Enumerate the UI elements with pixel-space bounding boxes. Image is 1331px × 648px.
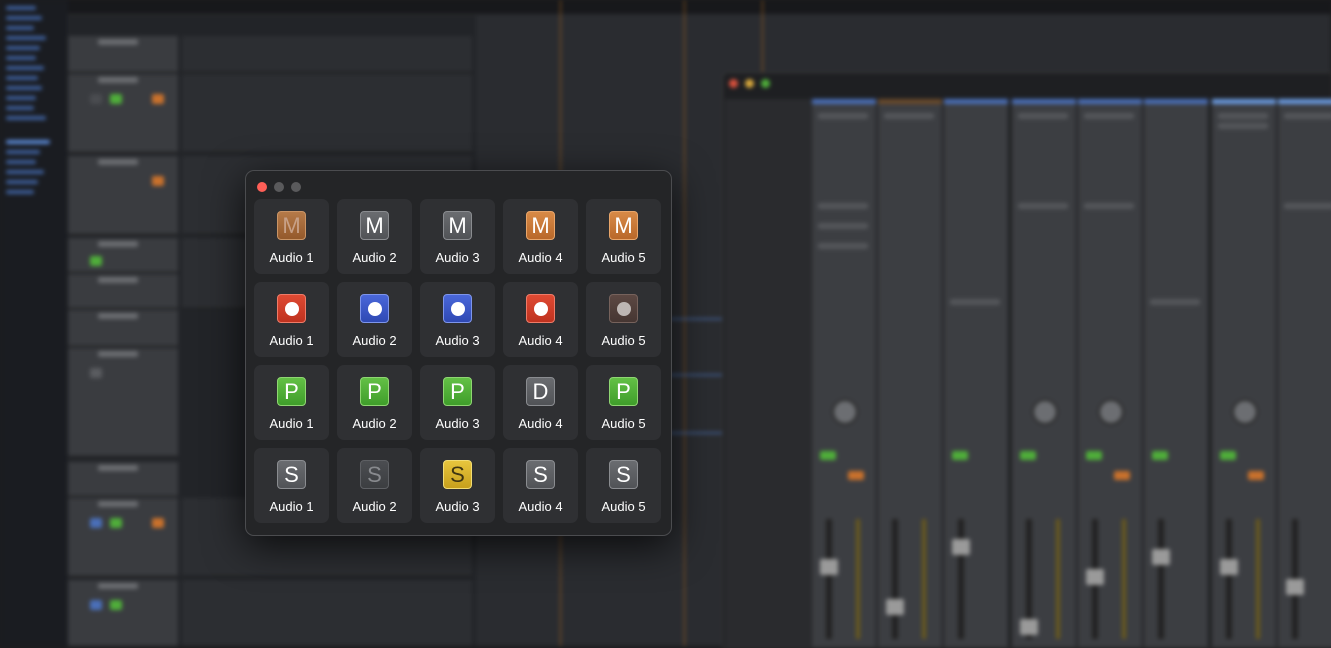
timeline-ruler bbox=[68, 0, 1331, 15]
track-label: Audio 3 bbox=[435, 416, 480, 431]
track-label: Audio 3 bbox=[435, 333, 480, 348]
solo-icon[interactable]: S bbox=[609, 460, 638, 489]
close-button[interactable] bbox=[257, 182, 267, 192]
playback-cell-audio-2[interactable]: P Audio 2 bbox=[337, 365, 412, 440]
track-label: Audio 3 bbox=[435, 499, 480, 514]
playback-icon[interactable]: P bbox=[360, 377, 389, 406]
record-dot bbox=[367, 301, 382, 316]
mute-icon[interactable]: M bbox=[360, 211, 389, 240]
playback-cell-audio-4[interactable]: D Audio 4 bbox=[503, 365, 578, 440]
mute-cell-audio-4[interactable]: M Audio 4 bbox=[503, 199, 578, 274]
playback-icon[interactable]: D bbox=[526, 377, 555, 406]
record-cell-audio-4[interactable]: Audio 4 bbox=[503, 282, 578, 357]
playback-icon[interactable]: P bbox=[609, 377, 638, 406]
solo-cell-audio-1[interactable]: S Audio 1 bbox=[254, 448, 329, 523]
track-label: Audio 1 bbox=[269, 499, 314, 514]
record-enable-icon[interactable] bbox=[443, 294, 472, 323]
record-dot bbox=[616, 301, 631, 316]
solo-icon[interactable]: S bbox=[360, 460, 389, 489]
track-label: Audio 5 bbox=[601, 250, 646, 265]
mute-icon[interactable]: M bbox=[609, 211, 638, 240]
solo-icon[interactable]: S bbox=[277, 460, 306, 489]
playback-cell-audio-3[interactable]: P Audio 3 bbox=[420, 365, 495, 440]
solo-cell-audio-2[interactable]: S Audio 2 bbox=[337, 448, 412, 523]
record-cell-audio-2[interactable]: Audio 2 bbox=[337, 282, 412, 357]
record-enable-icon[interactable] bbox=[609, 294, 638, 323]
record-dot bbox=[284, 301, 299, 316]
track-label: Audio 4 bbox=[518, 416, 563, 431]
record-dot bbox=[450, 301, 465, 316]
playback-icon[interactable]: P bbox=[443, 377, 472, 406]
solo-cell-audio-3[interactable]: S Audio 3 bbox=[420, 448, 495, 523]
track-label: Audio 2 bbox=[352, 250, 397, 265]
mute-cell-audio-5[interactable]: M Audio 5 bbox=[586, 199, 661, 274]
track-label: Audio 4 bbox=[518, 250, 563, 265]
track-label: Audio 1 bbox=[269, 416, 314, 431]
minimize-button[interactable] bbox=[274, 182, 284, 192]
mute-cell-audio-2[interactable]: M Audio 2 bbox=[337, 199, 412, 274]
record-enable-icon[interactable] bbox=[360, 294, 389, 323]
track-label: Audio 4 bbox=[518, 333, 563, 348]
track-label: Audio 2 bbox=[352, 499, 397, 514]
track-label: Audio 2 bbox=[352, 416, 397, 431]
mute-icon[interactable]: M bbox=[443, 211, 472, 240]
record-dot bbox=[533, 301, 548, 316]
track-list-sidebar bbox=[0, 0, 69, 646]
track-label: Audio 1 bbox=[269, 333, 314, 348]
track-control-panel: M Audio 1 M Audio 2 M Audio 3 M Audio 4 … bbox=[245, 170, 672, 536]
solo-icon[interactable]: S bbox=[443, 460, 472, 489]
playback-icon[interactable]: P bbox=[277, 377, 306, 406]
record-cell-audio-5[interactable]: Audio 5 bbox=[586, 282, 661, 357]
record-cell-audio-3[interactable]: Audio 3 bbox=[420, 282, 495, 357]
track-button-grid: M Audio 1 M Audio 2 M Audio 3 M Audio 4 … bbox=[254, 199, 661, 523]
track-label: Audio 2 bbox=[352, 333, 397, 348]
solo-cell-audio-4[interactable]: S Audio 4 bbox=[503, 448, 578, 523]
mute-icon[interactable]: M bbox=[526, 211, 555, 240]
record-cell-audio-1[interactable]: Audio 1 bbox=[254, 282, 329, 357]
record-enable-icon[interactable] bbox=[277, 294, 306, 323]
track-label: Audio 5 bbox=[601, 499, 646, 514]
mute-cell-audio-3[interactable]: M Audio 3 bbox=[420, 199, 495, 274]
playback-cell-audio-5[interactable]: P Audio 5 bbox=[586, 365, 661, 440]
track-label: Audio 1 bbox=[269, 250, 314, 265]
record-enable-icon[interactable] bbox=[526, 294, 555, 323]
mix-window bbox=[722, 72, 1331, 648]
mute-cell-audio-1[interactable]: M Audio 1 bbox=[254, 199, 329, 274]
track-label: Audio 3 bbox=[435, 250, 480, 265]
mute-icon[interactable]: M bbox=[277, 211, 306, 240]
solo-icon[interactable]: S bbox=[526, 460, 555, 489]
solo-cell-audio-5[interactable]: S Audio 5 bbox=[586, 448, 661, 523]
zoom-button[interactable] bbox=[291, 182, 301, 192]
track-label: Audio 5 bbox=[601, 333, 646, 348]
track-label: Audio 4 bbox=[518, 499, 563, 514]
playback-cell-audio-1[interactable]: P Audio 1 bbox=[254, 365, 329, 440]
track-label: Audio 5 bbox=[601, 416, 646, 431]
